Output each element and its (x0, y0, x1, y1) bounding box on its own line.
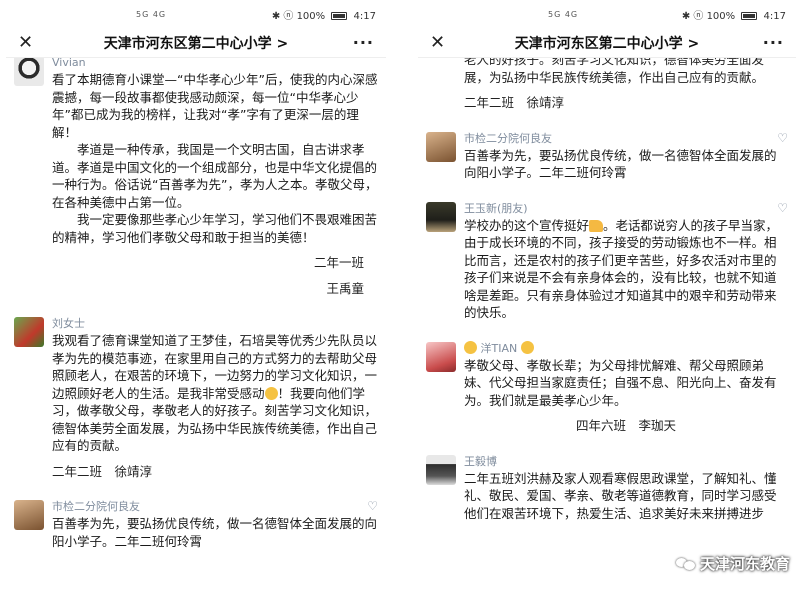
commenter-name[interactable]: 王毅博 (464, 453, 788, 469)
status-time: 4:17 (353, 10, 376, 22)
commenter-name[interactable]: 刘女士 (52, 315, 378, 331)
comment-text: 学校办的这个宣传挺好 。老话都说穷人的孩子早当家，由于成长环境的不同，孩子接受的劳… (464, 217, 779, 321)
comment-signature: 王禹童 (326, 280, 364, 296)
signal-indicator: 5G 4G (136, 9, 167, 19)
like-icon[interactable]: ♡ (367, 499, 378, 513)
comment-text: 百善孝为先，要弘扬优良传统，做一名德智体全面发展的向阳小学子。二年二班何玲霄 (52, 516, 378, 549)
signal-indicator: 5G 4G (548, 9, 579, 19)
title-bar: ✕ 天津市河东区第二中心小学 > ··· (418, 28, 796, 58)
emoji-icon (464, 340, 477, 354)
commenter-name[interactable]: 市检二分院何良友 (52, 498, 367, 514)
comment-feed[interactable]: 老人的好孩子。刻苦学习文化知识，德智体美劳全面发展，为弘扬中华民族传统美德，作出… (418, 58, 796, 588)
status-icons: ✱ ⓝ 100% (681, 10, 736, 22)
battery-icon (331, 11, 348, 20)
comment-item: 市检二分院何良友 ♡ 百善孝为先，要弘扬优良传统，做一名德智体全面发展的向阳小学… (6, 494, 386, 556)
comment-text: 孝敬父母、孝敬长辈；为父母排忧解难、帮父母照顾弟妹、代父母担当家庭责任；自强不息… (464, 357, 777, 408)
comment-text: 我观看了德育课堂知道了王梦佳，石培昊等优秀少先队员以孝为先的模范事迹，在家里用自… (52, 333, 378, 453)
title-bar: ✕ 天津市河东区第二中心小学 > ··· (6, 28, 386, 58)
thumbs-up-icon (589, 219, 604, 232)
status-time: 4:17 (763, 10, 786, 22)
status-bar: 5G 4G ✱ ⓝ 100% 4:17 (6, 0, 386, 28)
avatar[interactable] (14, 500, 44, 530)
avatar[interactable] (426, 131, 456, 162)
watermark: 天津河东教育 (675, 553, 790, 574)
status-icons: ✱ ⓝ 100% (271, 10, 326, 22)
page-title[interactable]: 天津市河东区第二中心小学 > (460, 33, 754, 53)
commenter-name[interactable]: 市检二分院何良友 (464, 130, 777, 146)
wechat-icon (675, 557, 696, 571)
avatar[interactable] (426, 341, 456, 372)
status-bar: 5G 4G ✱ ⓝ 100% 4:17 (418, 0, 796, 28)
avatar[interactable] (426, 201, 456, 232)
comment-item: Vivian 看了本期德育小课堂—“中华孝心少年”后，使我的内心深感震撼，每一段… (6, 58, 386, 303)
commenter-name[interactable]: Vivian (52, 58, 378, 69)
comment-signature: 二年二班 徐靖淳 (464, 95, 565, 110)
comment-class: 二年一班 (313, 255, 364, 270)
battery-icon (741, 11, 758, 20)
like-icon[interactable]: ♡ (777, 131, 788, 145)
comment-text: 老人的好孩子。刻苦学习文化知识，德智体美劳全面发展，为弘扬中华民族传统美德，作出… (464, 58, 765, 85)
emoji-icon (264, 386, 278, 400)
more-icon[interactable]: ··· (344, 33, 374, 52)
emoji-icon (520, 340, 534, 354)
comment-item: 刘女士 我观看了德育课堂知道了王梦佳，石培昊等优秀少先队员以孝为先的模范事迹，在… (6, 311, 386, 486)
right-screenshot: 5G 4G ✱ ⓝ 100% 4:17 ✕ 天津市河东区第二中心小学 > ···… (418, 0, 796, 594)
page-title[interactable]: 天津市河东区第二中心小学 > (48, 33, 344, 53)
commenter-name[interactable]: 洋TIAN (464, 340, 788, 356)
comment-item: 洋TIAN 孝敬父母、孝敬长辈；为父母排忧解难、帮父母照顾弟妹、代父母担当家庭责… (418, 336, 796, 441)
more-icon[interactable]: ··· (754, 33, 784, 52)
comment-signature: 四年六班 李珈天 (575, 418, 676, 433)
comment-signature: 二年二班 徐靖淳 (52, 463, 153, 479)
commenter-name[interactable]: 王玉新(朋友) (464, 200, 777, 216)
like-icon[interactable]: ♡ (777, 201, 788, 215)
watermark-text: 天津河东教育 (699, 555, 790, 573)
comment-item: 市检二分院何良友 ♡ 百善孝为先，要弘扬优良传统，做一名德智体全面发展的向阳小学… (418, 126, 796, 188)
left-screenshot: 5G 4G ✱ ⓝ 100% 4:17 ✕ 天津市河东区第二中心小学 > ···… (6, 0, 386, 594)
avatar[interactable] (14, 317, 44, 347)
comment-text: 看了本期德育小课堂—“中华孝心少年”后，使我的内心深感震撼，每一段故事都使我感动… (52, 72, 378, 245)
avatar[interactable] (14, 58, 44, 86)
close-icon[interactable]: ✕ (430, 32, 460, 53)
comment-item: 王毅博 二年五班刘洪赫及家人观看寒假思政课堂，了解知礼、懂礼、敬民、爱国、孝亲、… (418, 449, 796, 529)
comment-item: 王玉新(朋友) ♡ 学校办的这个宣传挺好 。老话都说穷人的孩子早当家，由于成长环境… (418, 196, 796, 328)
close-icon[interactable]: ✕ (18, 32, 48, 53)
comment-text: 百善孝为先，要弘扬优良传统，做一名德智体全面发展的向阳小学子。二年二班何玲霄 (464, 147, 777, 181)
avatar[interactable] (426, 454, 456, 485)
comment-feed[interactable]: Vivian 看了本期德育小课堂—“中华孝心少年”后，使我的内心深感震撼，每一段… (6, 58, 386, 588)
comment-text: 二年五班刘洪赫及家人观看寒假思政课堂，了解知礼、懂礼、敬民、爱国、孝亲、敬老等道… (464, 470, 777, 521)
